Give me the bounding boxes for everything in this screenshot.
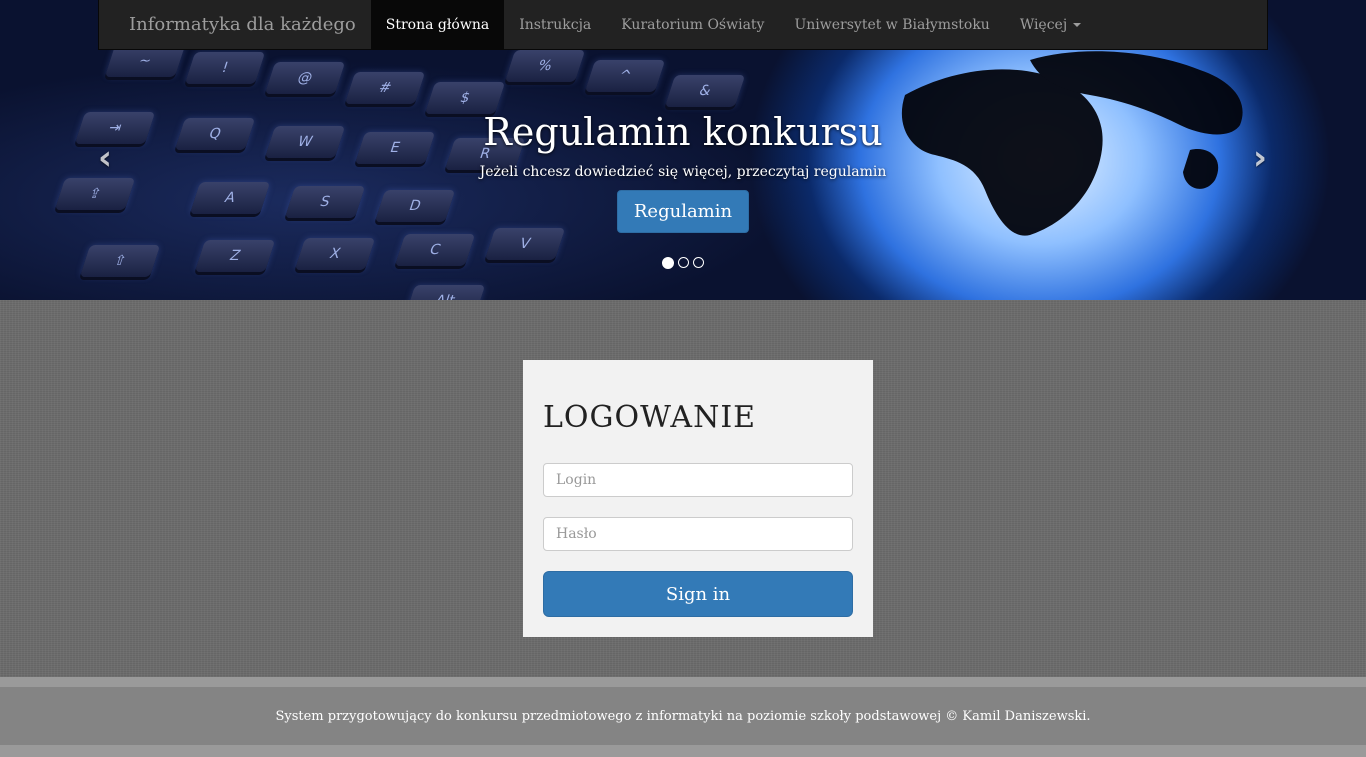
nav-item-wiecej-label: Więcej xyxy=(1019,16,1068,33)
carousel-indicators xyxy=(0,252,1366,271)
top-navbar: Informatyka dla każdego Strona główna In… xyxy=(98,0,1268,50)
footer-divider xyxy=(0,677,1366,687)
footer-text: System przygotowujący do konkursu przedm… xyxy=(275,708,1091,724)
regulamin-button[interactable]: Regulamin xyxy=(616,190,750,233)
login-input[interactable] xyxy=(543,463,853,497)
password-input[interactable] xyxy=(543,517,853,551)
nav-item-strona-glowna[interactable]: Strona główna xyxy=(370,0,505,49)
carousel-title: Regulamin konkursu xyxy=(483,110,883,154)
footer: System przygotowujący do konkursu przedm… xyxy=(0,687,1366,745)
carousel-caption: Regulamin konkursu Jeżeli chcesz dowiedz… xyxy=(0,110,1366,233)
carousel-indicator-2[interactable] xyxy=(678,257,689,268)
nav-item-instrukcja[interactable]: Instrukcja xyxy=(504,0,606,49)
login-panel: LOGOWANIE Sign in xyxy=(523,360,873,637)
nav-item-wiecej-dropdown[interactable]: Więcej xyxy=(1005,0,1096,49)
caret-down-icon xyxy=(1073,22,1082,27)
carousel-indicator-1[interactable] xyxy=(662,256,674,269)
carousel-indicator-3[interactable] xyxy=(693,257,704,268)
nav-item-kuratorium[interactable]: Kuratorium Oświaty xyxy=(606,0,779,49)
footer-bottom-bar xyxy=(0,745,1366,757)
sign-in-button[interactable]: Sign in xyxy=(543,571,853,617)
navbar-brand[interactable]: Informatyka dla każdego xyxy=(99,0,371,49)
nav-item-uniwersytet[interactable]: Uniwersytet w Białymstoku xyxy=(779,0,1004,49)
main-content: LOGOWANIE Sign in xyxy=(0,300,1366,677)
carousel-text: Jeżeli chcesz dowiedzieć się więcej, prz… xyxy=(479,164,887,180)
login-title: LOGOWANIE xyxy=(543,400,757,435)
